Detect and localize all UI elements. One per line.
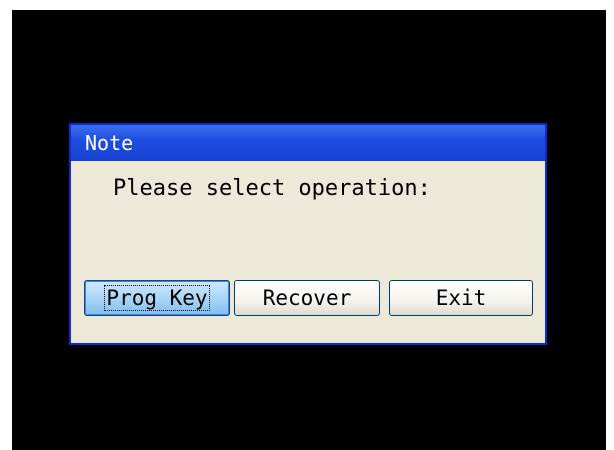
recover-button-label: Recover [262, 286, 352, 310]
dialog-prompt: Please select operation: [113, 176, 431, 201]
dialog-titlebar[interactable]: Note [71, 125, 545, 161]
prog-key-button-label: Prog Key [104, 285, 210, 311]
prog-key-button[interactable]: Prog Key [84, 280, 230, 316]
note-dialog: Note Please select operation: Prog Key R… [69, 123, 547, 345]
recover-button[interactable]: Recover [234, 280, 380, 316]
dialog-title: Note [85, 131, 134, 155]
exit-button-label: Exit [435, 286, 487, 310]
exit-button[interactable]: Exit [389, 280, 533, 316]
screen-background: Note Please select operation: Prog Key R… [12, 10, 606, 450]
